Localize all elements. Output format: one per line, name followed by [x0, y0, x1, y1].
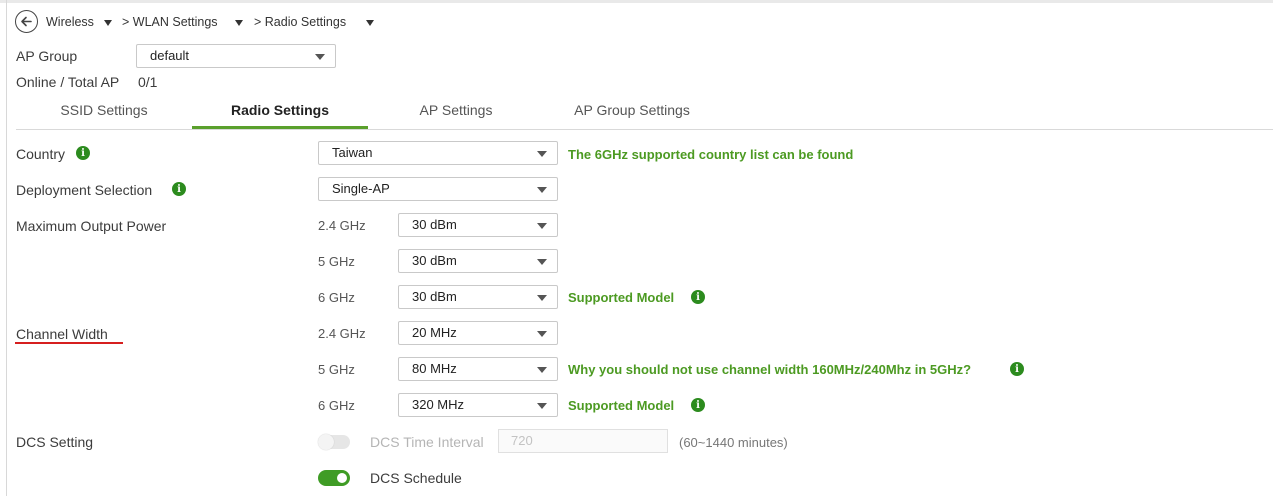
cw-band-5g-label: 5 GHz: [318, 362, 355, 377]
chevron-down-icon[interactable]: [366, 20, 374, 26]
online-total-ap-value: 0/1: [138, 74, 158, 90]
cw-band-2g-label: 2.4 GHz: [318, 326, 366, 341]
tab-radio-settings[interactable]: Radio Settings: [192, 102, 368, 128]
toggle-knob: [318, 434, 334, 450]
power-2g-select[interactable]: 30 dBm: [398, 213, 558, 237]
cw-6g-value: 320 MHz: [412, 397, 465, 412]
deployment-label: Deployment Selection: [16, 182, 153, 198]
cw-5g-warning-link[interactable]: Why you should not use channel width 160…: [568, 362, 971, 377]
tab-ap-settings[interactable]: AP Settings: [368, 102, 544, 128]
ap-group-select[interactable]: default: [136, 44, 336, 68]
dcs-setting-label: DCS Setting: [16, 434, 94, 450]
cw-band-6g-label: 6 GHz: [318, 398, 355, 413]
info-icon[interactable]: i: [691, 290, 705, 304]
cw-5g-select[interactable]: 80 MHz: [398, 357, 558, 381]
active-tab-indicator: [192, 126, 368, 129]
power-2g-value: 30 dBm: [412, 217, 457, 232]
chevron-down-icon[interactable]: [104, 20, 112, 26]
dcs-interval-hint: (60~1440 minutes): [679, 435, 788, 450]
breadcrumb-wlan-settings[interactable]: > WLAN Settings: [122, 15, 218, 29]
power-6g-select[interactable]: 30 dBm: [398, 285, 558, 309]
deployment-select[interactable]: Single-AP: [318, 177, 558, 201]
power-band-2g-label: 2.4 GHz: [318, 218, 366, 233]
chevron-down-icon: [537, 367, 547, 373]
dcs-schedule-label: DCS Schedule: [370, 470, 462, 486]
info-icon[interactable]: i: [76, 146, 90, 160]
chevron-down-icon: [315, 54, 325, 60]
cw-6g-select[interactable]: 320 MHz: [398, 393, 558, 417]
power-5g-value: 30 dBm: [412, 253, 457, 268]
chevron-down-icon: [537, 259, 547, 265]
dcs-time-interval-input[interactable]: 720: [498, 429, 668, 453]
chevron-down-icon: [537, 223, 547, 229]
top-border: [0, 0, 1273, 3]
cw-2g-value: 20 MHz: [412, 325, 457, 340]
ap-group-value: default: [150, 48, 190, 63]
dcs-time-interval-label: DCS Time Interval: [370, 434, 484, 450]
power-6g-value: 30 dBm: [412, 289, 457, 304]
breadcrumb-wireless[interactable]: Wireless: [46, 15, 94, 29]
chevron-down-icon[interactable]: [235, 20, 243, 26]
annotation-underline: [15, 342, 123, 344]
country-value: Taiwan: [332, 145, 373, 160]
tab-divider: [16, 129, 1273, 130]
chevron-down-icon: [537, 295, 547, 301]
info-icon[interactable]: i: [172, 182, 186, 196]
cw-supported-model-link[interactable]: Supported Model: [568, 398, 674, 413]
chevron-down-icon: [537, 187, 547, 193]
cw-5g-value: 80 MHz: [412, 361, 457, 376]
chevron-down-icon: [537, 331, 547, 337]
power-band-5g-label: 5 GHz: [318, 254, 355, 269]
max-output-power-label: Maximum Output Power: [16, 218, 167, 234]
info-icon[interactable]: i: [1010, 362, 1024, 376]
chevron-down-icon: [537, 403, 547, 409]
power-5g-select[interactable]: 30 dBm: [398, 249, 558, 273]
chevron-down-icon: [537, 151, 547, 157]
online-total-ap-label: Online / Total AP: [16, 74, 120, 90]
power-supported-model-link[interactable]: Supported Model: [568, 290, 674, 305]
cw-2g-select[interactable]: 20 MHz: [398, 321, 558, 345]
ap-group-label: AP Group: [16, 48, 78, 64]
toggle-knob: [337, 473, 347, 483]
back-arrow-icon: [21, 16, 32, 27]
dcs-interval-toggle[interactable]: [318, 434, 350, 450]
country-list-link[interactable]: The 6GHz supported country list can be f…: [568, 147, 853, 162]
country-select[interactable]: Taiwan: [318, 141, 558, 165]
power-band-6g-label: 6 GHz: [318, 290, 355, 305]
info-icon[interactable]: i: [691, 398, 705, 412]
dcs-schedule-toggle[interactable]: [318, 470, 350, 486]
tab-ssid-settings[interactable]: SSID Settings: [16, 102, 192, 128]
breadcrumb-radio-settings[interactable]: > Radio Settings: [254, 15, 346, 29]
left-border: [6, 0, 7, 496]
country-label: Country: [16, 146, 66, 162]
channel-width-label: Channel Width: [16, 326, 108, 342]
back-button[interactable]: [15, 10, 38, 33]
tab-ap-group-settings[interactable]: AP Group Settings: [544, 102, 720, 128]
deployment-value: Single-AP: [332, 181, 390, 196]
